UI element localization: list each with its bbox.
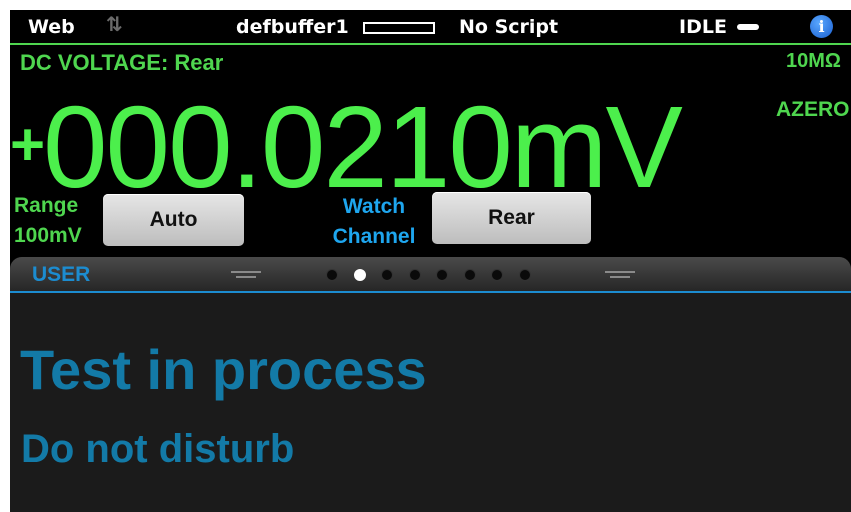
watch-channel-button[interactable]: Rear [432,192,591,244]
page-dot[interactable] [353,269,366,281]
script-label[interactable]: No Script [459,16,558,38]
status-bar: Web ⇅ defbuffer1 No Script IDLE i [10,10,851,45]
page-dot[interactable] [491,269,503,281]
page-dot[interactable] [463,269,476,281]
user-message-line1: Test in process [20,338,427,401]
page-dot[interactable] [518,269,531,281]
drag-handle-icon[interactable] [231,271,261,278]
swipe-panel-header[interactable]: USER [10,257,851,293]
drag-handle-icon[interactable] [605,271,635,278]
instrument-screen: Web ⇅ defbuffer1 No Script IDLE i DC VOL… [10,10,851,512]
trigger-state[interactable]: IDLE [679,16,727,38]
page-dot[interactable] [381,269,393,281]
reading-sign: + [10,111,45,178]
watch-label-line2: Channel [332,225,416,248]
range-title: Range [14,194,79,217]
trigger-bar-icon [737,24,759,30]
range-value: 100mV [14,224,82,247]
user-message-line2: Do not disturb [21,427,295,471]
range-button[interactable]: Auto [103,194,244,246]
info-icon[interactable]: i [810,15,833,38]
page-dot[interactable] [408,269,421,281]
autozero-indicator[interactable]: AZERO [776,98,850,122]
watch-channel-label: Watch Channel [316,192,432,252]
range-label: Range 100mV [14,191,82,251]
web-label[interactable]: Web [28,16,75,38]
page-dot[interactable] [436,269,448,281]
buffer-fill-indicator[interactable] [363,22,435,34]
swipe-panel[interactable]: USER Test in process Do not disturb [10,257,851,512]
panel-title: USER [32,263,91,286]
page-dot[interactable] [326,269,338,281]
up-down-arrows-icon: ⇅ [106,12,123,36]
buffer-name[interactable]: defbuffer1 [236,16,349,38]
watch-label-line1: Watch [342,195,406,218]
input-impedance[interactable]: 10MΩ [786,50,841,73]
